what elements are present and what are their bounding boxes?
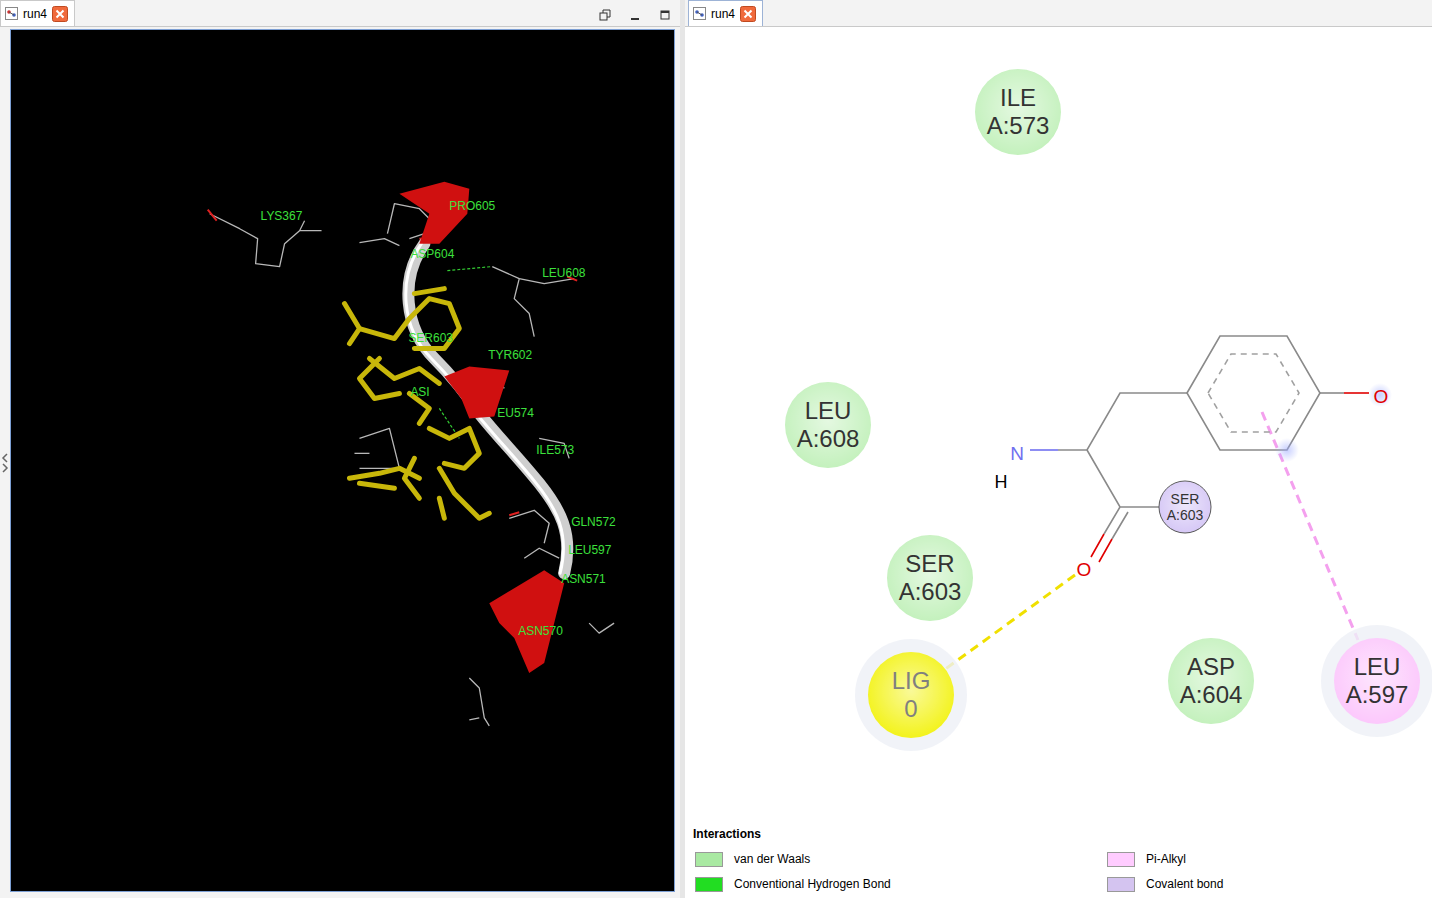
- residue-name: LEU: [1354, 653, 1401, 680]
- legend-item: van der Waals: [693, 850, 1105, 868]
- atom-label: O: [1077, 559, 1092, 580]
- viewer-pane: run4: [0, 0, 680, 898]
- legend-title: Interactions: [693, 825, 1432, 843]
- atom-label: O: [1374, 386, 1389, 407]
- legend-label: van der Waals: [734, 850, 810, 868]
- residue-label[interactable]: LEU608: [542, 266, 586, 280]
- node-circle: [887, 535, 973, 621]
- close-icon[interactable]: [52, 6, 68, 22]
- residue-label[interactable]: ASP604: [410, 247, 454, 261]
- tab-label[interactable]: run4: [23, 5, 47, 23]
- close-icon[interactable]: [740, 6, 756, 22]
- collapse-arrows-icon[interactable]: [1, 452, 9, 474]
- residue-name: LIG: [892, 667, 931, 694]
- residue-name: ILE: [1000, 84, 1036, 111]
- residue-node[interactable]: ILEA:573: [975, 69, 1061, 155]
- residue-id: A:603: [1167, 507, 1204, 523]
- covalent-atom-node[interactable]: SERA:603: [1159, 481, 1211, 533]
- legend-item: Pi-Alkyl: [1105, 850, 1432, 868]
- atom-label: N: [1010, 443, 1024, 464]
- residue-label[interactable]: PRO605: [449, 199, 495, 213]
- diagram-pane: run4 NHOOILEA:573LEUA:608SERA:603LIG0ASP…: [685, 0, 1432, 898]
- molecule-view[interactable]: LYS367 PRO605 ASP604 LEU608 SER603 TYR602 ASI E…: [11, 30, 674, 891]
- diagram-window-icon: [693, 7, 706, 20]
- residue-label[interactable]: TYR602: [488, 349, 532, 363]
- legend-item: Conventional Hydrogen Bond: [693, 875, 1105, 893]
- residue-id: 0: [904, 695, 917, 722]
- tab-label[interactable]: run4: [711, 5, 735, 23]
- viewer-tabstrip: run4: [0, 0, 680, 27]
- residue-id: A:573: [987, 112, 1050, 139]
- residue-name: ASP: [1187, 653, 1235, 680]
- 3d-viewer[interactable]: LYS367 PRO605 ASP604 LEU608 SER603 TYR602 ASI E…: [10, 29, 675, 892]
- restore-icon[interactable]: [598, 8, 612, 22]
- residue-label[interactable]: SER603: [408, 331, 453, 345]
- residue-label[interactable]: LEU597: [568, 543, 612, 557]
- diagram-canvas[interactable]: NHOOILEA:573LEUA:608SERA:603LIG0ASPA:604…: [685, 27, 1432, 820]
- document-tab[interactable]: run4: [688, 0, 763, 26]
- legend-swatch: [1107, 852, 1135, 867]
- app-window: run4: [0, 0, 1432, 898]
- residue-node[interactable]: SERA:603: [887, 535, 973, 621]
- legend-swatch: [1107, 877, 1135, 892]
- maximize-icon[interactable]: [658, 8, 672, 22]
- document-tab[interactable]: run4: [0, 0, 75, 26]
- node-circle: [1159, 481, 1211, 533]
- residue-name: SER: [905, 550, 954, 577]
- residue-name: LEU: [805, 397, 852, 424]
- residue-node[interactable]: LEUA:597: [1321, 625, 1432, 737]
- atom-label: H: [995, 472, 1008, 492]
- residue-label[interactable]: ASN571: [561, 572, 606, 586]
- residue-name: SER: [1171, 491, 1200, 507]
- residue-id: A:597: [1346, 681, 1409, 708]
- residue-label[interactable]: ASI: [410, 385, 429, 399]
- interaction-line: [1262, 412, 1358, 640]
- interaction-diagram[interactable]: NHOOILEA:573LEUA:608SERA:603LIG0ASPA:604…: [685, 27, 1432, 820]
- residue-label[interactable]: LYS367: [261, 209, 303, 223]
- residue-id: A:608: [797, 425, 860, 452]
- residue-node[interactable]: LEUA:608: [785, 382, 871, 468]
- residue-id: A:604: [1180, 681, 1243, 708]
- residue-id: A:603: [899, 578, 962, 605]
- residue-label[interactable]: ILE573: [536, 443, 574, 457]
- pane-controls: [598, 8, 680, 26]
- legend-swatch: [695, 877, 723, 892]
- node-circle: [785, 382, 871, 468]
- legend-label: Conventional Hydrogen Bond: [734, 875, 891, 893]
- legend-label: Covalent bond: [1146, 875, 1223, 893]
- node-circle: [1334, 638, 1420, 724]
- node-circle: [1168, 638, 1254, 724]
- ligand-structure: [1058, 336, 1344, 539]
- diagram-tabstrip: run4: [685, 0, 1432, 27]
- minimize-icon[interactable]: [628, 8, 642, 22]
- legend-label: Pi-Alkyl: [1146, 850, 1186, 868]
- molecule-window-icon: [5, 7, 18, 20]
- legend-item: Covalent bond: [1105, 875, 1432, 893]
- residue-label[interactable]: ASN570: [518, 624, 563, 638]
- ligand-node[interactable]: LIG0: [855, 639, 967, 751]
- legend: Interactions van der Waals Pi-Alkyl Conven…: [685, 820, 1432, 898]
- collapse-strip[interactable]: [0, 27, 10, 898]
- node-circle: [868, 652, 954, 738]
- residue-node[interactable]: ASPA:604: [1168, 638, 1254, 724]
- legend-swatch: [695, 852, 723, 867]
- node-circle: [975, 69, 1061, 155]
- residue-label[interactable]: GLN572: [571, 515, 616, 529]
- residue-label[interactable]: EU574: [497, 406, 534, 420]
